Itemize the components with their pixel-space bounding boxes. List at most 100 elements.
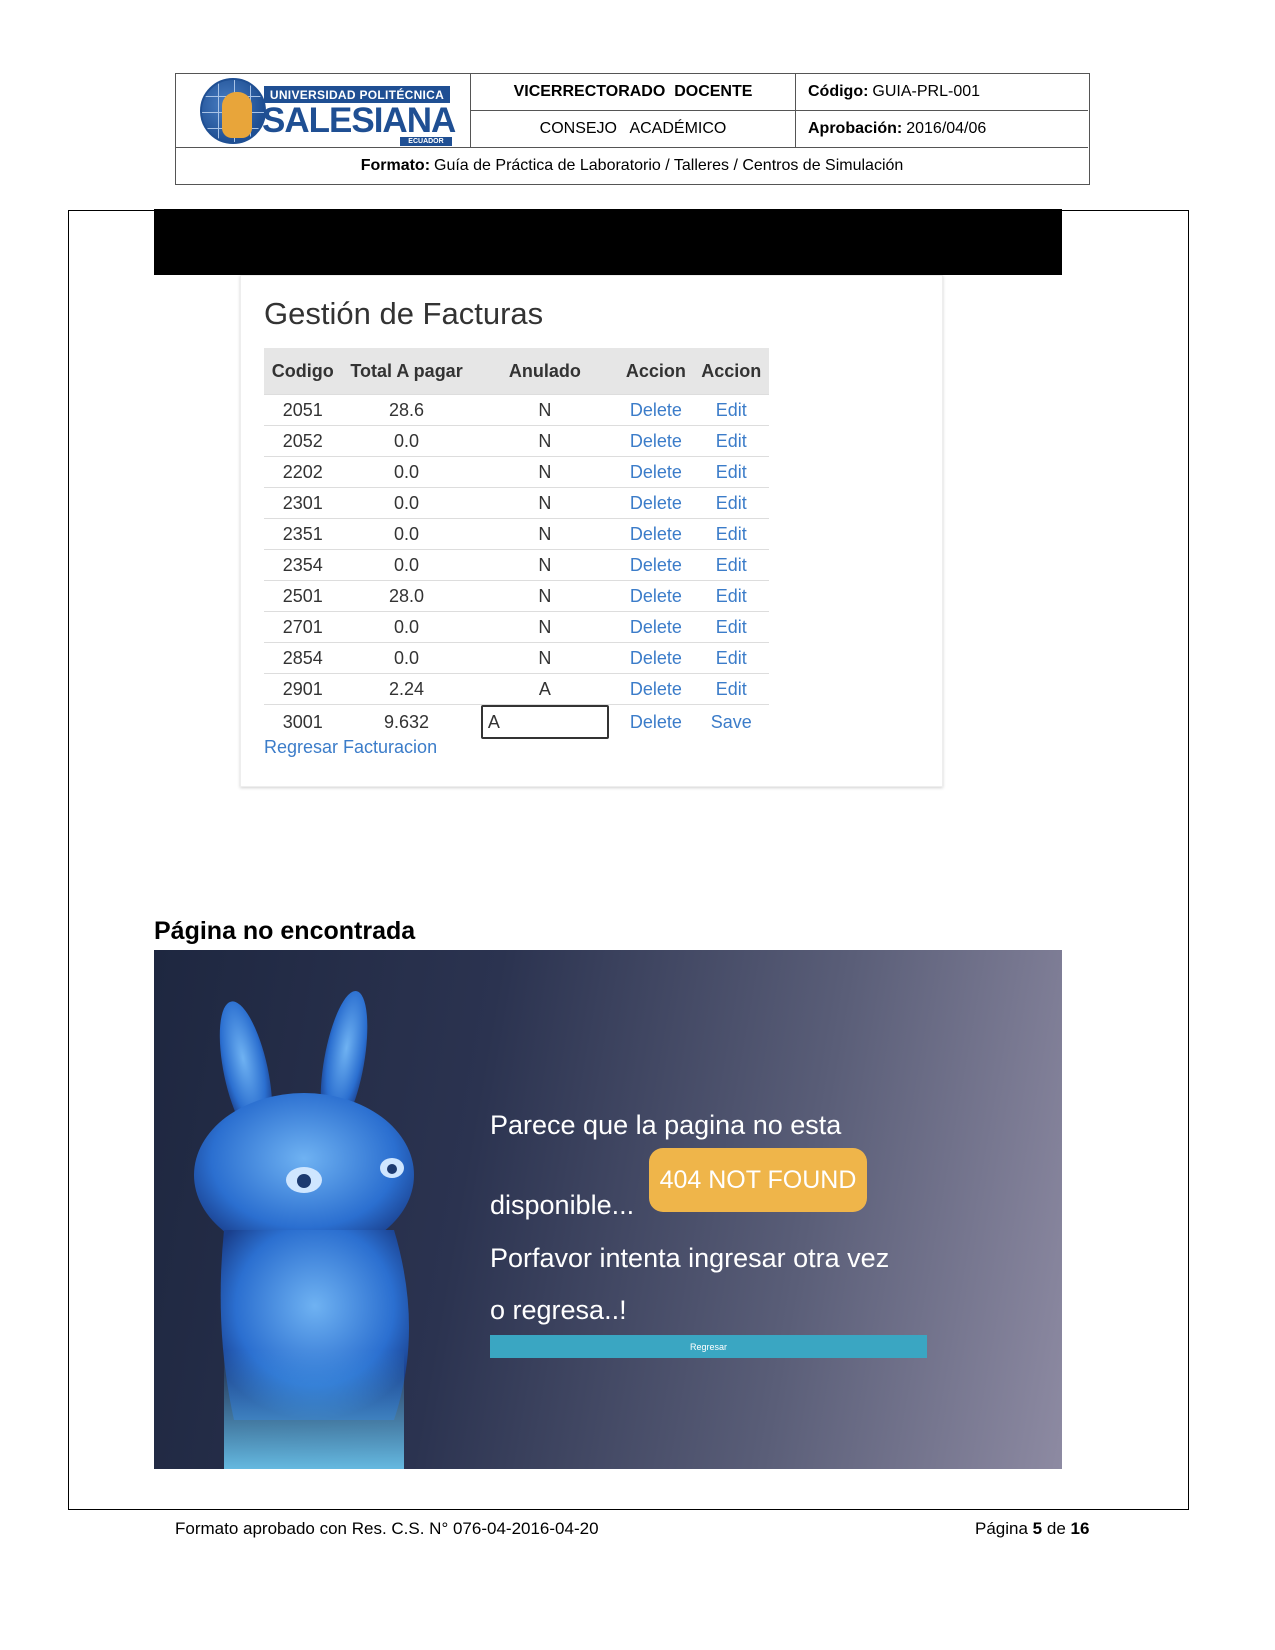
table-row: 2202 0.0 N Delete Edit — [264, 456, 769, 488]
edit-link[interactable]: Edit — [693, 425, 769, 457]
message-line-2: disponible... — [490, 1190, 635, 1220]
cell-total: 0.0 — [341, 549, 472, 581]
page-current: 5 — [1032, 1519, 1043, 1538]
format-label: Formato: — [360, 157, 431, 174]
delete-link[interactable]: Delete — [618, 704, 694, 739]
table-row: 2354 0.0 N Delete Edit — [264, 549, 769, 581]
cell-total: 0.0 — [341, 611, 472, 643]
cell-codigo: 2301 — [264, 487, 342, 519]
edit-link[interactable]: Edit — [693, 456, 769, 488]
approval-label: Aprobación: — [808, 120, 903, 137]
globe-icon — [200, 78, 266, 144]
page-number: Página 5 de 16 — [975, 1519, 1089, 1539]
table-row: 2052 0.0 N Delete Edit — [264, 425, 769, 457]
page-total: 16 — [1070, 1519, 1090, 1538]
cell-total: 9.632 — [341, 704, 472, 739]
cell-anulado: N — [471, 487, 619, 519]
cell-codigo: 2351 — [264, 518, 342, 550]
delete-link[interactable]: Delete — [618, 456, 694, 488]
section-title: Página no encontrada — [154, 917, 416, 945]
format-value: Guía de Práctica de Laboratorio / Taller… — [434, 157, 904, 174]
cell-anulado: N — [471, 425, 619, 457]
portrait-icon — [222, 92, 252, 138]
column-header-accion-1: Accion — [618, 348, 694, 395]
cell-total: 2.24 — [341, 673, 472, 705]
delete-link[interactable]: Delete — [618, 673, 694, 705]
cell-anulado: N — [471, 580, 619, 612]
invoice-table: Codigo Total A pagar Anulado Accion Acci… — [264, 348, 769, 739]
edit-link[interactable]: Edit — [693, 394, 769, 426]
delete-link[interactable]: Delete — [618, 518, 694, 550]
invoice-screenshot: Gestión de Facturas Codigo Total A pagar… — [240, 275, 943, 787]
table-row: 2854 0.0 N Delete Edit — [264, 642, 769, 674]
page-label: Página — [975, 1519, 1028, 1538]
cell-anulado: N — [471, 549, 619, 581]
cell-codigo: 2701 — [264, 611, 342, 643]
regresar-button[interactable]: Regresar — [490, 1335, 927, 1358]
edit-link[interactable]: Edit — [693, 611, 769, 643]
edit-link[interactable]: Edit — [693, 549, 769, 581]
message-line-3: Porfavor intenta ingresar otra vez — [490, 1243, 890, 1273]
table-row: 2051 28.6 N Delete Edit — [264, 394, 769, 426]
page-title: Gestión de Facturas — [264, 296, 544, 331]
edit-link[interactable]: Edit — [693, 673, 769, 705]
logo-cell: UNIVERSIDAD POLITÉCNICA SALESIANA ECUADO… — [176, 74, 471, 148]
approval-value: 2016/04/06 — [906, 120, 987, 137]
footer-approval-note: Formato aprobado con Res. C.S. N° 076-04… — [175, 1519, 599, 1538]
delete-link[interactable]: Delete — [618, 580, 694, 612]
delete-link[interactable]: Delete — [618, 425, 694, 457]
edit-link[interactable]: Edit — [693, 518, 769, 550]
cell-total: 0.0 — [341, 487, 472, 519]
cell-codigo: 2854 — [264, 642, 342, 674]
save-link[interactable]: Save — [693, 704, 769, 739]
logo-sub-text: ECUADOR — [400, 137, 452, 146]
cell-total: 28.0 — [341, 580, 472, 612]
delete-link[interactable]: Delete — [618, 549, 694, 581]
delete-link[interactable]: Delete — [618, 642, 694, 674]
message-line-1: Parece que la pagina no esta — [490, 1110, 842, 1140]
cell-codigo: 2901 — [264, 673, 342, 705]
delete-link[interactable]: Delete — [618, 394, 694, 426]
cell-total: 0.0 — [341, 425, 472, 457]
edit-link[interactable]: Edit — [693, 487, 769, 519]
cell-total: 0.0 — [341, 518, 472, 550]
back-to-billing-link[interactable]: Regresar Facturacion — [264, 737, 437, 758]
format-cell: Formato: Guía de Práctica de Laboratorio… — [176, 148, 1088, 184]
column-header-accion-2: Accion — [693, 348, 769, 395]
cell-total: 0.0 — [341, 456, 472, 488]
cell-codigo: 2202 — [264, 456, 342, 488]
message-line-4: o regresa..! — [490, 1295, 627, 1325]
code-value: GUIA-PRL-001 — [872, 83, 981, 100]
logo-main-text: SALESIANA — [262, 101, 456, 140]
rabbit-illustration — [194, 991, 414, 1469]
edit-link[interactable]: Edit — [693, 580, 769, 612]
anulado-input[interactable]: A — [480, 705, 609, 739]
cell-anulado: A — [471, 673, 619, 705]
cell-codigo: 2051 — [264, 394, 342, 426]
cell-codigo: 2052 — [264, 425, 342, 457]
cell-anulado: N — [471, 611, 619, 643]
edit-link[interactable]: Edit — [693, 642, 769, 674]
cell-codigo: 2354 — [264, 549, 342, 581]
council-cell: CONSEJO ACADÉMICO — [471, 111, 796, 148]
university-logo: UNIVERSIDAD POLITÉCNICA SALESIANA ECUADO… — [200, 78, 456, 146]
delete-link[interactable]: Delete — [618, 611, 694, 643]
cell-total: 28.6 — [341, 394, 472, 426]
column-header-total: Total A pagar — [341, 348, 472, 395]
page-of: de — [1046, 1519, 1066, 1538]
delete-link[interactable]: Delete — [618, 487, 694, 519]
cell-anulado: N — [471, 518, 619, 550]
table-row: 2901 2.24 A Delete Edit — [264, 673, 769, 705]
cell-anulado: N — [471, 456, 619, 488]
cell-anulado-edit: A — [471, 704, 619, 739]
table-row: 2501 28.0 N Delete Edit — [264, 580, 769, 612]
document-header: UNIVERSIDAD POLITÉCNICA SALESIANA ECUADO… — [175, 73, 1090, 185]
table-row-editing: 3001 9.632 A Delete Save — [264, 704, 769, 739]
invoice-rows: 2051 28.6 N Delete Edit 2052 0.0 N Delet… — [264, 394, 769, 739]
not-found-screenshot: Parece que la pagina no esta disponible.… — [154, 950, 1062, 1469]
code-label: Código: — [808, 83, 869, 100]
cell-anulado: N — [471, 394, 619, 426]
cell-anulado: N — [471, 642, 619, 674]
redacted-bar — [154, 209, 1062, 275]
table-row: 2701 0.0 N Delete Edit — [264, 611, 769, 643]
